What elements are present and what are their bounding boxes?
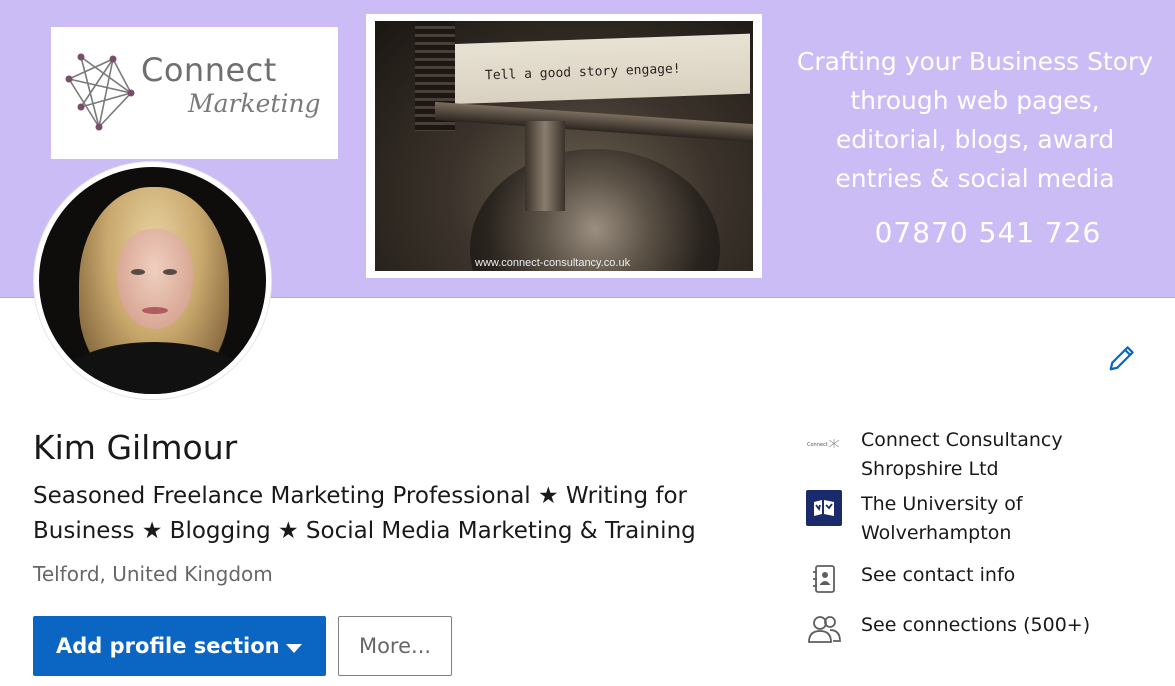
more-button[interactable]: More... — [338, 616, 452, 676]
profile-photo[interactable] — [34, 162, 271, 399]
people-icon — [806, 611, 842, 647]
profile-location: Telford, United Kingdom — [33, 562, 273, 586]
sidebar-item-label: Connect Consultancy Shropshire Ltd — [861, 429, 1063, 480]
avatar-lips — [142, 307, 168, 314]
caret-down-icon — [286, 644, 302, 653]
avatar-face — [117, 229, 193, 329]
network-logo-icon — [65, 53, 135, 131]
avatar-eye — [131, 269, 145, 275]
address-book-icon — [806, 561, 842, 597]
banner-tagline: Crafting your Business Story through web… — [775, 42, 1175, 198]
logo-title: Connect — [141, 51, 277, 89]
typewriter-typebars — [470, 149, 720, 271]
avatar — [39, 167, 266, 394]
sidebar-item-connections[interactable]: See connections (500+) — [806, 611, 1090, 647]
company-logo-icon: Connect — [806, 426, 842, 462]
profile-headline: Seasoned Freelance Marketing Professiona… — [33, 483, 696, 544]
sidebar-item-university[interactable]: The University of Wolverhampton — [806, 490, 1023, 544]
sidebar-item-contact-info[interactable]: See contact info — [806, 561, 1015, 597]
university-logo-icon — [806, 490, 842, 526]
tagline-line: through web pages, — [850, 86, 1100, 115]
typewriter-bar — [435, 101, 753, 143]
typewriter-hub — [525, 121, 565, 211]
sidebar-item-label: See connections (500+) — [861, 614, 1091, 636]
add-profile-section-label: Add profile section — [56, 634, 280, 658]
sidebar-item-label: See contact info — [861, 564, 1016, 586]
avatar-eye — [163, 269, 177, 275]
banner-phone: 07870 541 726 — [874, 216, 1102, 249]
typewriter-photo: Tell a good story engage! www.connect-co… — [375, 21, 753, 271]
sidebar-item-company[interactable]: Connect Connect Consultancy Shropshire L… — [806, 426, 1063, 480]
svg-text:Connect: Connect — [807, 442, 828, 448]
typewriter-photo-card: Tell a good story engage! www.connect-co… — [366, 14, 762, 278]
edit-intro-button[interactable] — [1102, 338, 1142, 378]
add-profile-section-button[interactable]: Add profile section — [33, 616, 326, 676]
sidebar-item-label: The University of Wolverhampton — [861, 493, 1023, 544]
photo-url-watermark: www.connect-consultancy.co.uk — [475, 257, 631, 269]
tagline-line: editorial, blogs, award — [835, 125, 1115, 154]
logo-subtitle: Marketing — [188, 89, 321, 118]
connect-marketing-logo: Connect Marketing — [51, 27, 338, 159]
tagline-line: Crafting your Business Story — [796, 47, 1154, 76]
pencil-icon — [1109, 346, 1134, 371]
profile-name: Kim Gilmour — [33, 428, 238, 467]
tagline-line: entries & social media — [835, 164, 1115, 193]
